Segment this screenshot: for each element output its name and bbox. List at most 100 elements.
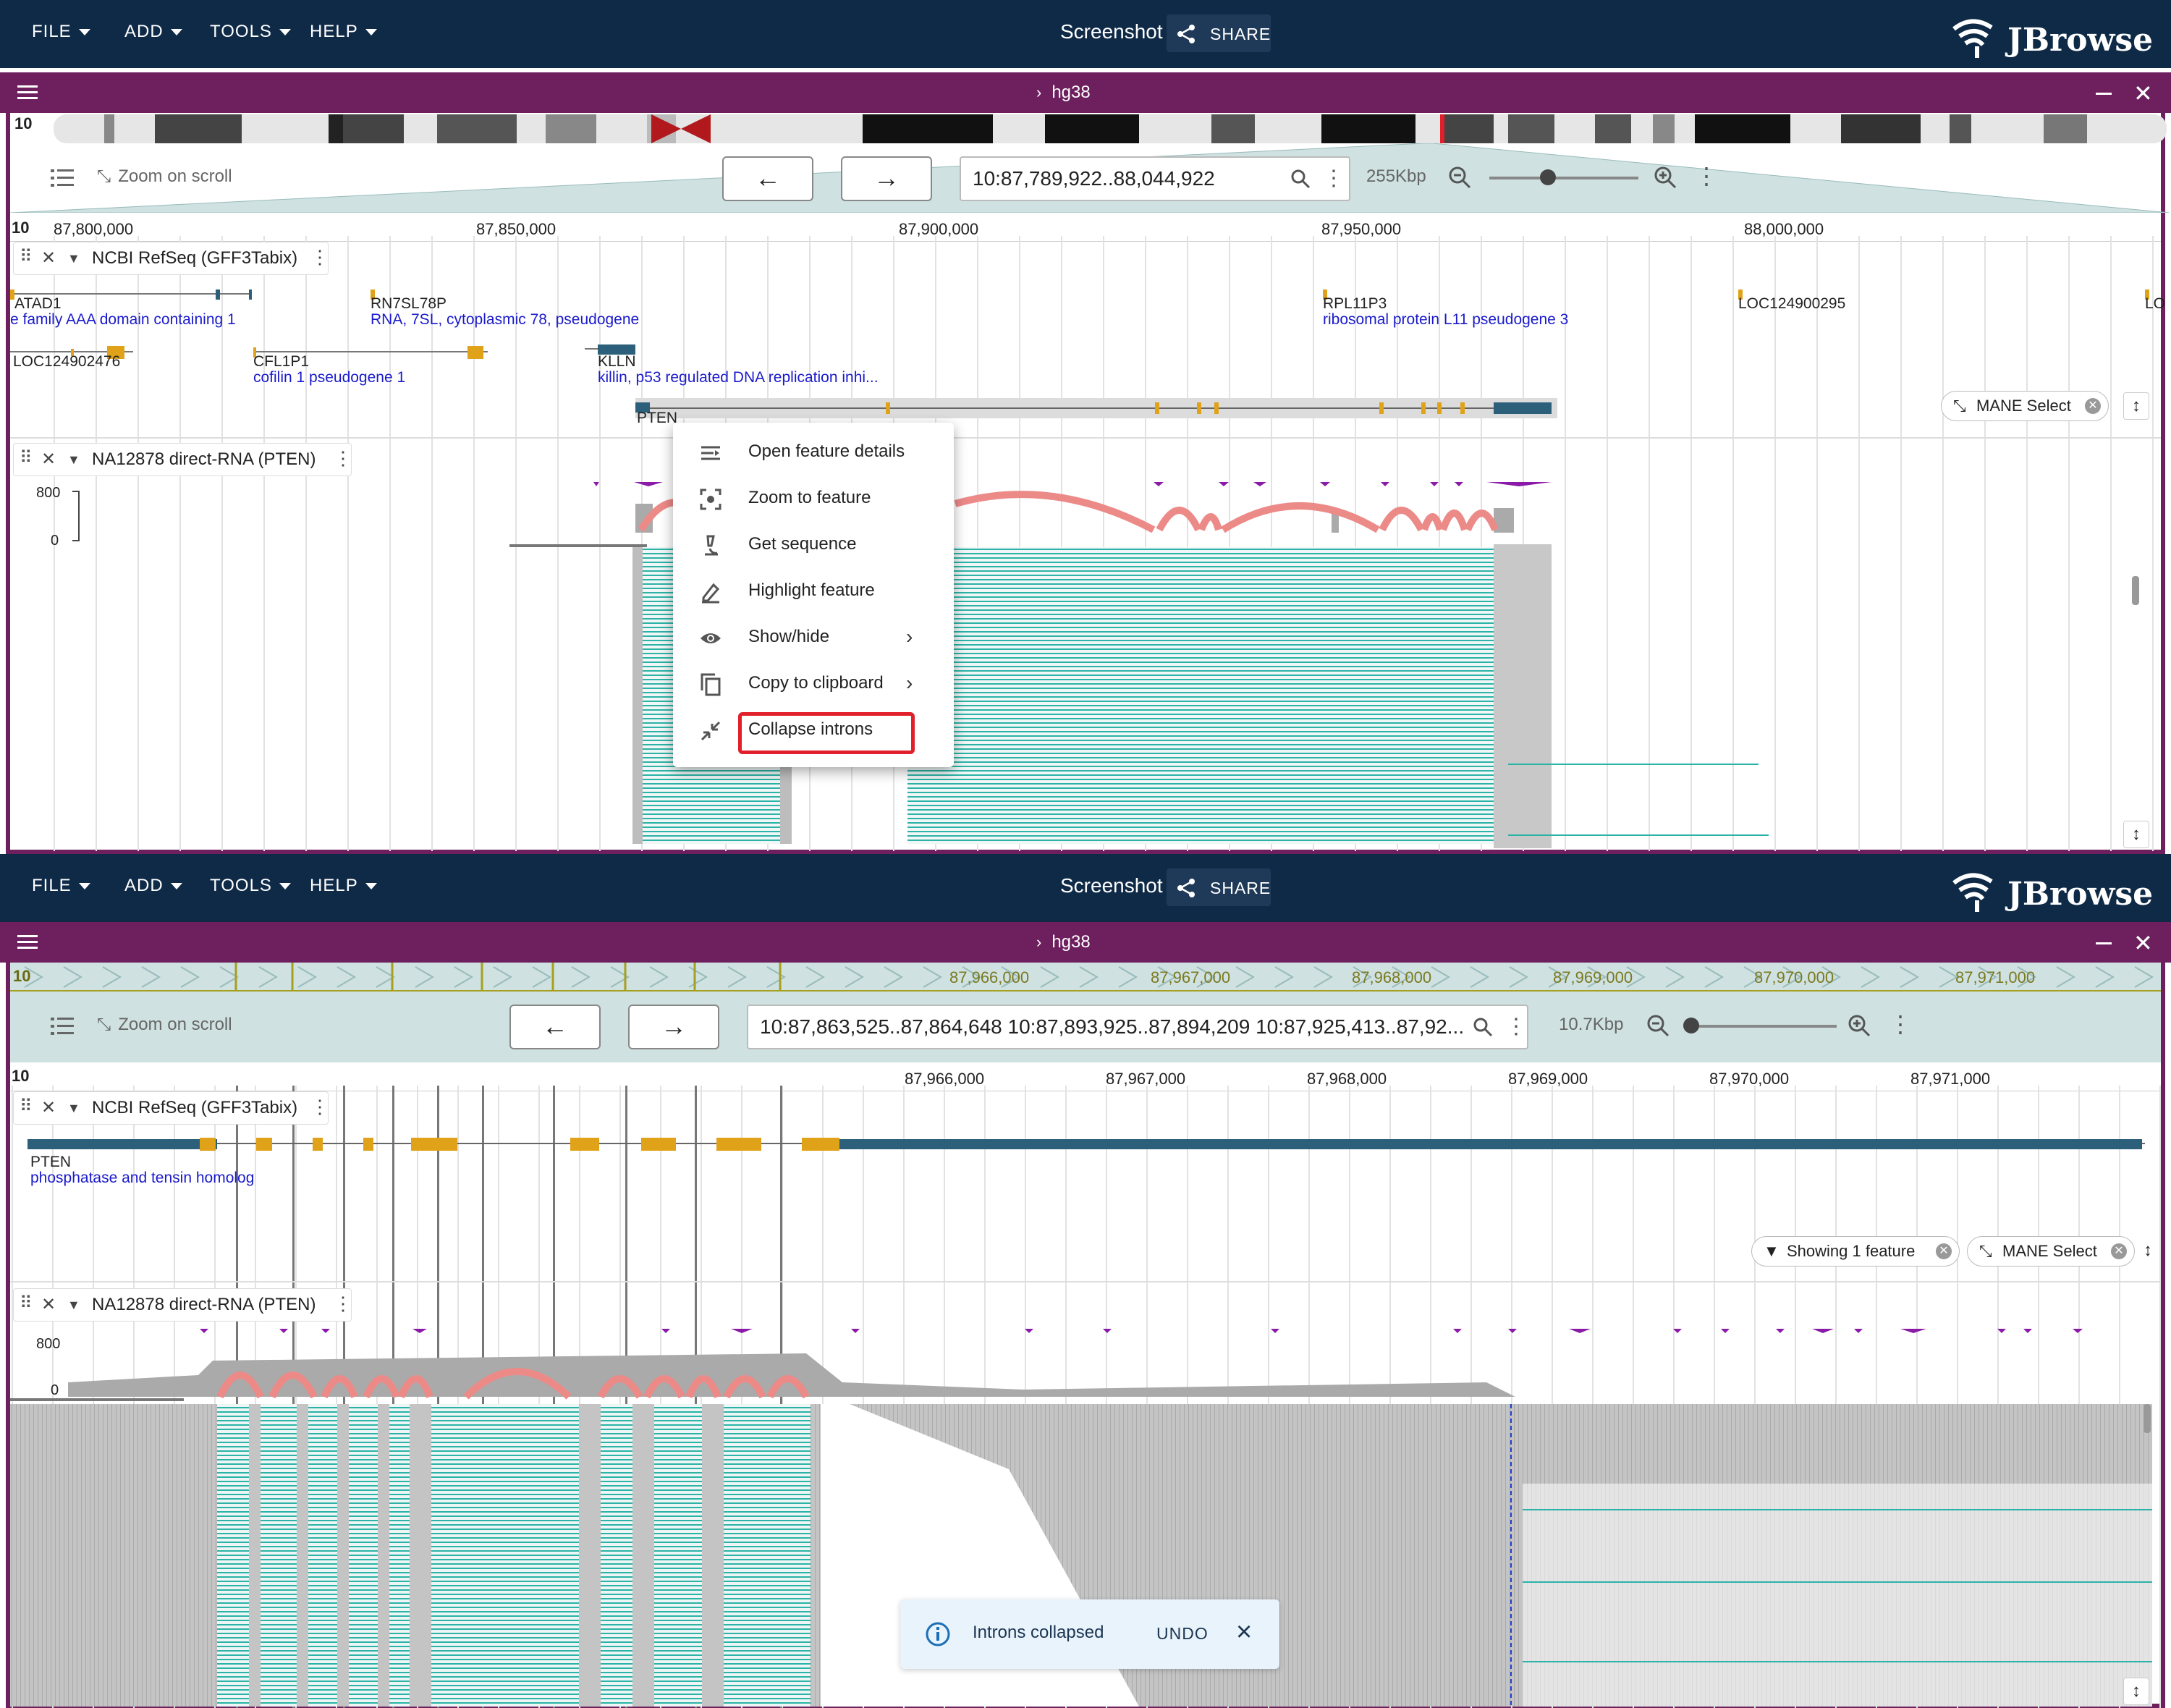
caret-down-icon: [365, 883, 377, 890]
location-search-input[interactable]: 10:87,863,525..87,864,648 10:87,893,925.…: [747, 1005, 1528, 1049]
drag-handle-icon[interactable]: ⠿: [20, 1288, 33, 1319]
track-selector-icon[interactable]: [51, 168, 74, 190]
menu-add[interactable]: ADD: [124, 876, 182, 896]
assembly-name[interactable]: › hg38: [1036, 83, 1091, 103]
close-view-icon[interactable]: ✕: [2133, 929, 2153, 957]
zoom-on-scroll-toggle[interactable]: ⤡ Zoom on scroll: [97, 1015, 232, 1035]
overview-tick: 87,969,000: [1553, 968, 1633, 986]
zoom-out-icon[interactable]: [1447, 165, 1472, 190]
caret-down-icon[interactable]: ▼: [67, 1289, 80, 1321]
caret-down-icon: [365, 29, 377, 36]
share-button[interactable]: SHARE: [1167, 868, 1271, 906]
more-vert-icon[interactable]: ⋮: [1505, 1006, 1527, 1048]
track-height-handle[interactable]: ↕: [2123, 1678, 2149, 1705]
minimize-icon[interactable]: [2096, 93, 2112, 95]
chip-mane-select[interactable]: ⤡ MANE Select ✕: [1941, 391, 2109, 421]
assembly-name[interactable]: › hg38: [1036, 932, 1091, 952]
minimize-icon[interactable]: [2096, 942, 2112, 944]
close-track-icon[interactable]: ✕: [41, 1289, 56, 1321]
overview-strip[interactable]: [10, 963, 2161, 992]
menu-item-collapse-introns[interactable]: Collapse introns: [673, 706, 954, 754]
menu-add[interactable]: ADD: [124, 22, 182, 42]
track-menu-icon[interactable]: ⋮: [310, 1091, 329, 1123]
menu-item-get-sequence[interactable]: Get sequence: [673, 521, 954, 567]
more-vert-icon[interactable]: ⋮: [1323, 158, 1345, 200]
menu-item-label: Zoom to feature: [748, 488, 871, 507]
track-menu-icon[interactable]: ⋮: [310, 241, 329, 273]
menu-item-copy-to-clipboard[interactable]: Copy to clipboard ›: [673, 660, 954, 706]
drag-handle-icon[interactable]: ⠿: [20, 241, 33, 273]
menu-file[interactable]: FILE: [32, 876, 90, 896]
zoom-in-icon[interactable]: [1847, 1013, 1871, 1038]
scroll-left-button[interactable]: ←: [509, 1005, 601, 1049]
zoom-out-icon[interactable]: [1646, 1013, 1670, 1038]
caret-down-icon[interactable]: ▼: [67, 1092, 80, 1124]
menu-tools[interactable]: TOOLS: [210, 22, 291, 42]
menu-file[interactable]: FILE: [32, 22, 90, 42]
gene-label-rpl11p3: RPL11P3: [1323, 295, 1387, 312]
undo-button[interactable]: UNDO: [1156, 1624, 1209, 1644]
close-track-icon[interactable]: ✕: [41, 242, 56, 274]
view-menu-icon[interactable]: ⋮: [1695, 162, 1718, 190]
search-icon[interactable]: [1472, 1016, 1494, 1038]
chip-feature-filter[interactable]: ▼ Showing 1 feature ✕: [1751, 1236, 1960, 1267]
drag-handle-icon[interactable]: ⠿: [20, 442, 33, 474]
caret-down-icon[interactable]: ▼: [67, 444, 80, 475]
ideogram[interactable]: [54, 114, 2167, 143]
alignments-display[interactable]: [10, 475, 2161, 851]
scroll-right-button[interactable]: →: [841, 156, 932, 201]
hamburger-menu-icon[interactable]: [17, 84, 38, 101]
share-label: SHARE: [1210, 25, 1271, 43]
zoom-slider-thumb[interactable]: [1683, 1018, 1699, 1033]
drag-handle-icon[interactable]: ⠿: [20, 1091, 33, 1123]
zoom-slider-thumb[interactable]: [1540, 169, 1556, 185]
scroll-left-button[interactable]: ←: [722, 156, 813, 201]
ruler-tick: 87,800,000: [54, 220, 134, 238]
zoom-slider[interactable]: [1688, 1025, 1837, 1028]
arrow-right-icon: →: [873, 163, 900, 193]
hamburger-menu-icon[interactable]: [17, 934, 38, 951]
track-height-handle[interactable]: ↕: [2123, 821, 2149, 848]
scroll-right-button[interactable]: →: [628, 1005, 719, 1049]
zoom-on-scroll-toggle[interactable]: ⤡ Zoom on scroll: [97, 166, 232, 187]
chip-remove-icon[interactable]: ✕: [2085, 398, 2101, 414]
caret-down-icon[interactable]: ▼: [67, 242, 80, 274]
menu-help[interactable]: HELP: [310, 22, 377, 42]
close-track-icon[interactable]: ✕: [41, 1092, 56, 1124]
menu-help[interactable]: HELP: [310, 876, 377, 896]
track-divider[interactable]: [10, 437, 2161, 439]
zoom-on-scroll-label: Zoom on scroll: [118, 166, 232, 186]
gene-label-cfl1p1: CFL1P1: [253, 353, 310, 370]
view-header: › hg38 ✕: [0, 72, 2171, 113]
close-view-icon[interactable]: ✕: [2133, 80, 2153, 107]
track-height-handle[interactable]: ↕: [2138, 1238, 2158, 1265]
chip-remove-icon[interactable]: ✕: [2111, 1243, 2127, 1259]
pten-feature[interactable]: [10, 1129, 2161, 1158]
track-selector-icon[interactable]: [51, 1016, 74, 1038]
location-search-input[interactable]: 10:87,789,922..88,044,922 ⋮: [960, 156, 1350, 201]
chip-mane-select[interactable]: ⤡ MANE Select ✕: [1967, 1236, 2135, 1267]
track-height-handle[interactable]: ↕: [2123, 392, 2149, 420]
track-title: NCBI RefSeq (GFF3Tabix): [92, 1098, 298, 1117]
track-divider[interactable]: [10, 1281, 2161, 1282]
track-menu-icon[interactable]: ⋮: [334, 442, 352, 474]
search-icon[interactable]: [1290, 168, 1311, 190]
menu-item-open-feature-details[interactable]: Open feature details: [673, 428, 954, 475]
menu-tools-label: TOOLS: [210, 876, 272, 895]
zoom-in-icon[interactable]: [1653, 165, 1677, 190]
track-menu-icon[interactable]: ⋮: [334, 1288, 352, 1319]
menu-item-highlight-feature[interactable]: Highlight feature: [673, 567, 954, 614]
menu-item-zoom-to-feature[interactable]: Zoom to feature: [673, 475, 954, 521]
chip-remove-icon[interactable]: ✕: [1936, 1243, 1952, 1259]
close-icon[interactable]: ×: [1236, 1617, 1252, 1648]
view-menu-icon[interactable]: ⋮: [1889, 1010, 1912, 1038]
menu-tools[interactable]: TOOLS: [210, 876, 291, 896]
close-track-icon[interactable]: ✕: [41, 444, 56, 475]
ruler-tick: 87,950,000: [1321, 220, 1402, 238]
menu-item-show-hide[interactable]: Show/hide ›: [673, 614, 954, 660]
caret-down-icon: [78, 883, 90, 890]
share-button[interactable]: SHARE: [1167, 14, 1271, 52]
zoom-slider[interactable]: [1489, 177, 1638, 179]
caret-down-icon: [279, 883, 291, 890]
chevron-right-icon: ›: [1036, 83, 1042, 101]
